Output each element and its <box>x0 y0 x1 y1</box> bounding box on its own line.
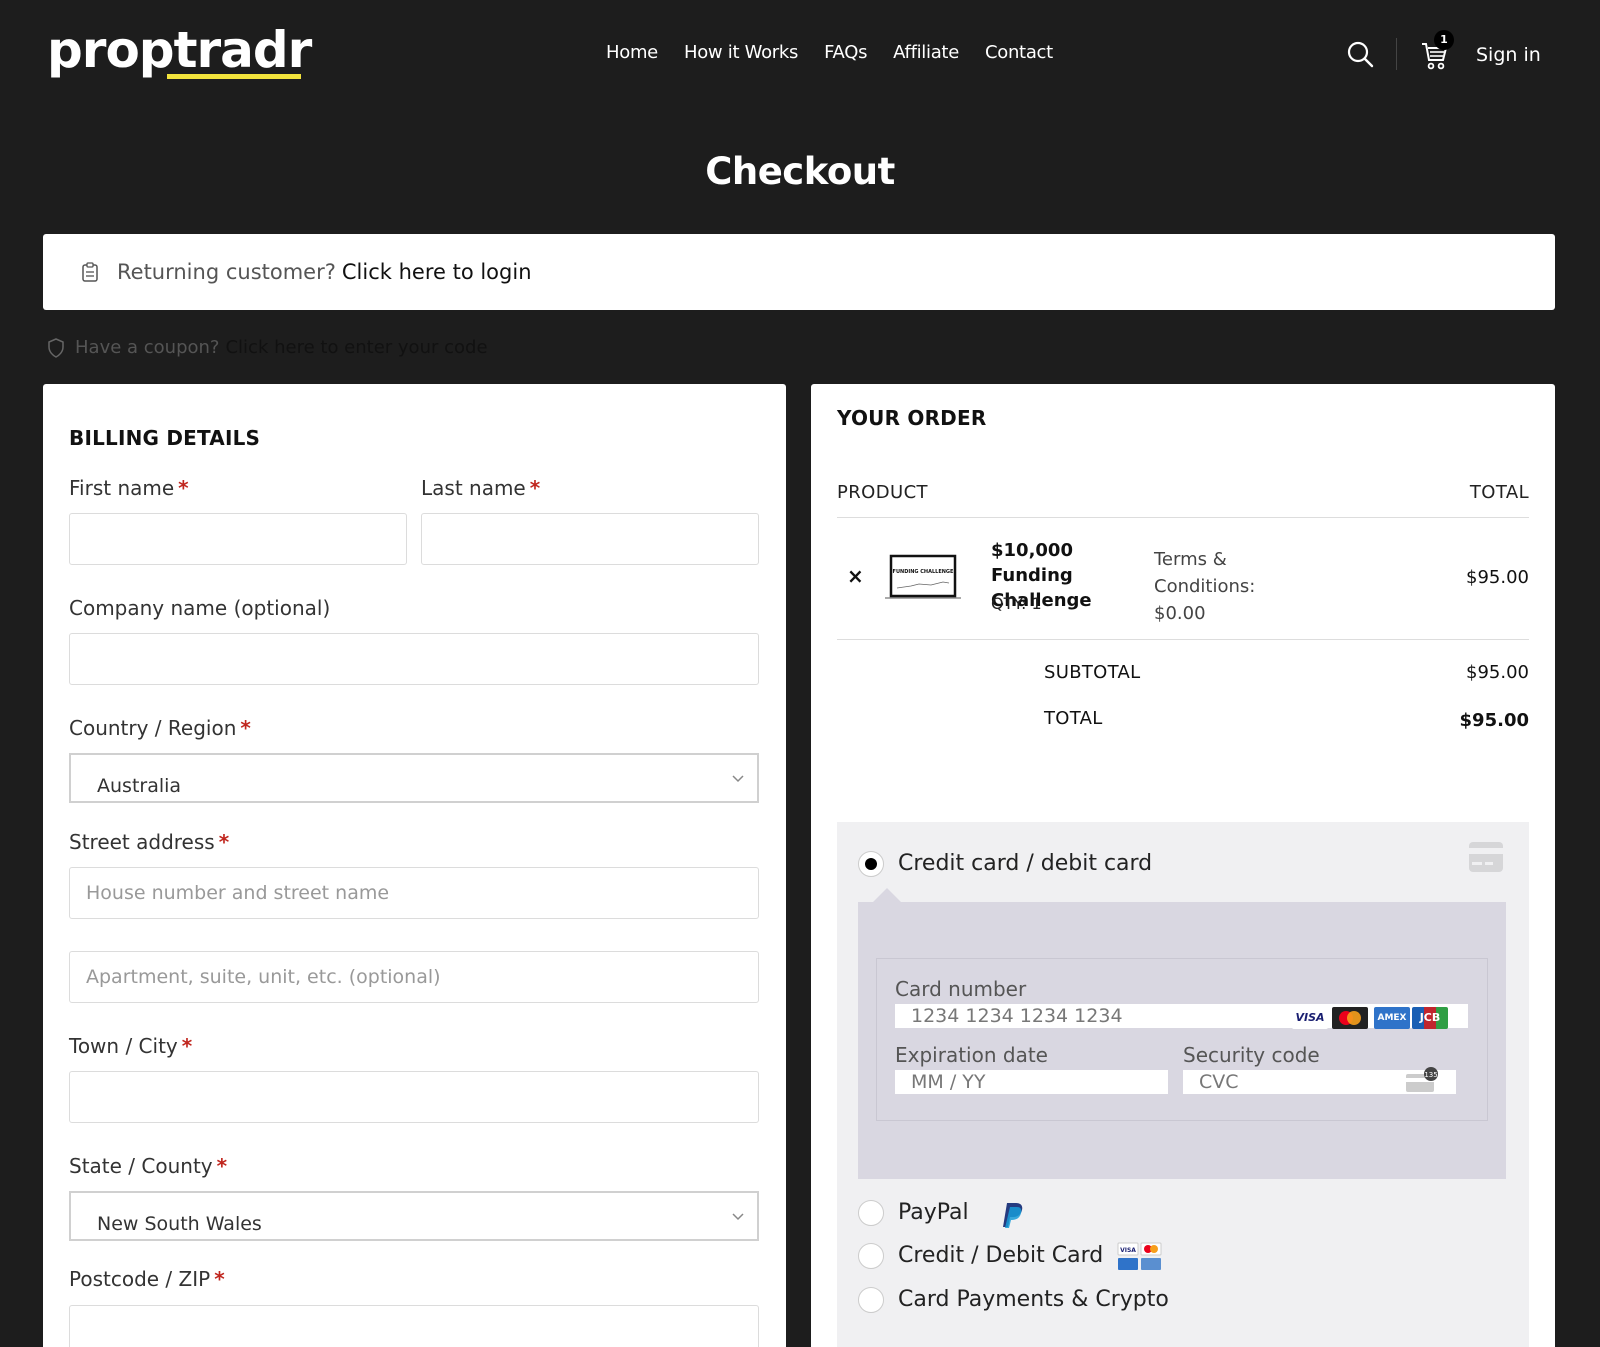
paypal-method-label[interactable]: PayPal <box>898 1200 969 1225</box>
crypto-method-label[interactable]: Card Payments & Crypto <box>898 1287 1169 1312</box>
country-label: Country / Region * <box>69 716 251 740</box>
company-field[interactable] <box>69 633 759 685</box>
mastercard-icon <box>1332 1007 1368 1029</box>
page-title: Checkout <box>705 150 895 193</box>
card-element: Card number 1234 1234 1234 1234 VISA AME… <box>876 958 1488 1121</box>
nav-how-it-works[interactable]: How it Works <box>684 42 798 63</box>
shield-icon <box>48 337 64 358</box>
card-brands-icon: VISA <box>1117 1242 1162 1270</box>
expiry-input[interactable]: MM / YY <box>895 1070 1168 1094</box>
payment-methods: Credit card / debit card Card number 123… <box>837 822 1529 1347</box>
postcode-field[interactable] <box>69 1305 759 1347</box>
first-name-field[interactable] <box>69 513 407 565</box>
credit-card-icon <box>1469 842 1503 872</box>
chevron-down-icon <box>732 775 744 783</box>
nav-home[interactable]: Home <box>606 42 658 63</box>
search-icon[interactable] <box>1346 40 1374 68</box>
svg-text:135: 135 <box>1424 1071 1437 1079</box>
first-name-label: First name * <box>69 476 189 500</box>
total-label: TOTAL <box>1044 708 1103 729</box>
company-label: Company name (optional) <box>69 596 331 620</box>
product-price: $95.00 <box>1466 567 1529 588</box>
main-nav: Home How it Works FAQs Affiliate Contact <box>606 42 1053 63</box>
apartment-field[interactable]: Apartment, suite, unit, etc. (optional) <box>69 951 759 1003</box>
expiry-label: Expiration date <box>895 1043 1048 1067</box>
returning-question: Returning customer? <box>117 260 336 284</box>
product-qty: QTY: 1 <box>991 594 1042 613</box>
coupon-link[interactable]: Click here to enter your code <box>225 337 487 358</box>
cart-count-badge: 1 <box>1434 30 1454 50</box>
city-label: Town / City * <box>69 1034 193 1058</box>
crypto-radio[interactable] <box>858 1287 884 1313</box>
divider <box>837 639 1529 640</box>
cvc-label: Security code <box>1183 1043 1320 1067</box>
state-select[interactable]: New South Wales <box>69 1191 759 1241</box>
paypal-icon <box>1003 1203 1023 1228</box>
svg-text:VISA: VISA <box>1120 1247 1136 1254</box>
country-value: Australia <box>97 775 182 797</box>
city-field[interactable] <box>69 1071 759 1123</box>
state-label: State / County * <box>69 1154 228 1178</box>
total-column-header: TOTAL <box>1469 482 1529 503</box>
state-value: New South Wales <box>97 1213 262 1235</box>
credit-card-radio[interactable] <box>858 851 884 877</box>
debit-card-method-label[interactable]: Credit / Debit Card <box>898 1243 1103 1268</box>
product-thumbnail: FUNDING CHALLENGE <box>885 554 961 599</box>
login-link[interactable]: Click here to login <box>342 260 532 284</box>
returning-customer-notice: Returning customer? Click here to login <box>43 234 1555 310</box>
nav-contact[interactable]: Contact <box>985 42 1053 63</box>
subtotal-label: SUBTOTAL <box>1044 662 1141 683</box>
street-address-field[interactable]: House number and street name <box>69 867 759 919</box>
total-value: $95.00 <box>1459 710 1529 731</box>
last-name-field[interactable] <box>421 513 759 565</box>
product-terms: Terms & Conditions: $0.00 <box>1154 549 1256 624</box>
amex-icon: AMEX <box>1374 1007 1410 1029</box>
card-number-label: Card number <box>895 977 1027 1001</box>
last-name-label: Last name * <box>421 476 541 500</box>
paypal-radio[interactable] <box>858 1200 884 1226</box>
cvc-card-icon: 135 <box>1406 1067 1438 1092</box>
card-number-input[interactable]: 1234 1234 1234 1234 VISA AMEX JCB <box>895 1004 1468 1029</box>
street-label: Street address * <box>69 830 230 854</box>
svg-text:FUNDING CHALLENGE: FUNDING CHALLENGE <box>893 569 955 575</box>
order-title: YOUR ORDER <box>837 406 987 430</box>
your-order-panel: YOUR ORDER PRODUCT TOTAL × FUNDING CHALL… <box>811 384 1555 1347</box>
postcode-label: Postcode / ZIP * <box>69 1267 225 1291</box>
subtotal-value: $95.00 <box>1466 662 1529 683</box>
header-divider <box>1396 38 1397 70</box>
product-column-header: PRODUCT <box>837 482 928 503</box>
jcb-icon: JCB <box>1412 1007 1448 1029</box>
nav-affiliate[interactable]: Affiliate <box>893 42 959 63</box>
remove-item-button[interactable]: × <box>847 564 864 588</box>
cvc-input[interactable]: CVC 135 <box>1183 1067 1456 1094</box>
clipboard-icon <box>82 262 98 282</box>
card-box-pointer <box>873 888 901 902</box>
sign-in-link[interactable]: Sign in <box>1476 44 1541 66</box>
coupon-notice: Have a coupon? Click here to enter your … <box>47 337 488 358</box>
visa-icon: VISA <box>1292 1007 1328 1029</box>
divider <box>837 517 1529 518</box>
country-select[interactable]: Australia <box>69 753 759 803</box>
nav-faqs[interactable]: FAQs <box>824 42 867 63</box>
billing-title: BILLING DETAILS <box>69 426 261 450</box>
coupon-question: Have a coupon? <box>75 337 220 358</box>
credit-card-method-label[interactable]: Credit card / debit card <box>898 851 1152 876</box>
chevron-down-icon <box>732 1213 744 1221</box>
billing-details-panel: BILLING DETAILS First name * Last name * C… <box>43 384 786 1347</box>
logo-underline <box>167 74 301 79</box>
debit-card-radio[interactable] <box>858 1243 884 1269</box>
card-details-box: Card number 1234 1234 1234 1234 VISA AME… <box>858 902 1506 1179</box>
site-header: proptradr Home How it Works FAQs Affilia… <box>0 0 1600 110</box>
logo[interactable]: proptradr <box>47 22 312 78</box>
